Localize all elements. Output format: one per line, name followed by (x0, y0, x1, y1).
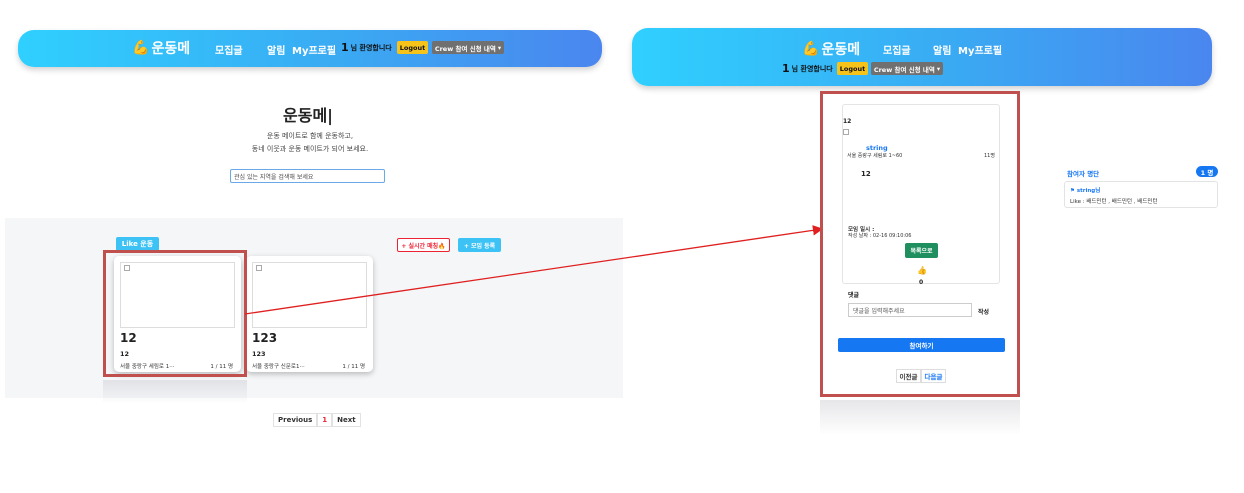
nav-profile-link[interactable]: My프로필 (958, 42, 1002, 57)
logout-button[interactable]: Logout (837, 62, 868, 75)
greeting-text: 님 환영합니다 (791, 64, 833, 73)
detail-highlight-reflection (820, 400, 1020, 435)
nav-alarm-link[interactable]: 알림 (933, 42, 951, 57)
participants-count-badge: 1 명 (1196, 166, 1218, 177)
crew-label: Crew 참여 신청 내역 (873, 65, 935, 74)
flex-arm-icon: 💪 (802, 41, 820, 57)
detail-highlight-box (820, 91, 1020, 397)
nav-recruit-link[interactable]: 모집글 (883, 42, 911, 57)
participant-name[interactable]: ⚑ string님 (1070, 186, 1100, 194)
user-greeting: 1 님 환영합니다 (782, 62, 833, 75)
chevron-down-icon: ▾ (936, 64, 941, 73)
crew-dropdown[interactable]: Crew 참여 신청 내역 ▾ (871, 62, 943, 75)
right-navbar (632, 28, 1212, 86)
participant-likes: Like : 배드민턴 , 배드민턴 , 배드민턴 (1070, 199, 1158, 205)
logo-text: 운동메 (821, 42, 861, 58)
right-logo[interactable]: 💪 운동메 (802, 39, 860, 59)
user-number: 1 (782, 62, 790, 75)
participants-title: 참여자 명단 (1067, 170, 1100, 178)
